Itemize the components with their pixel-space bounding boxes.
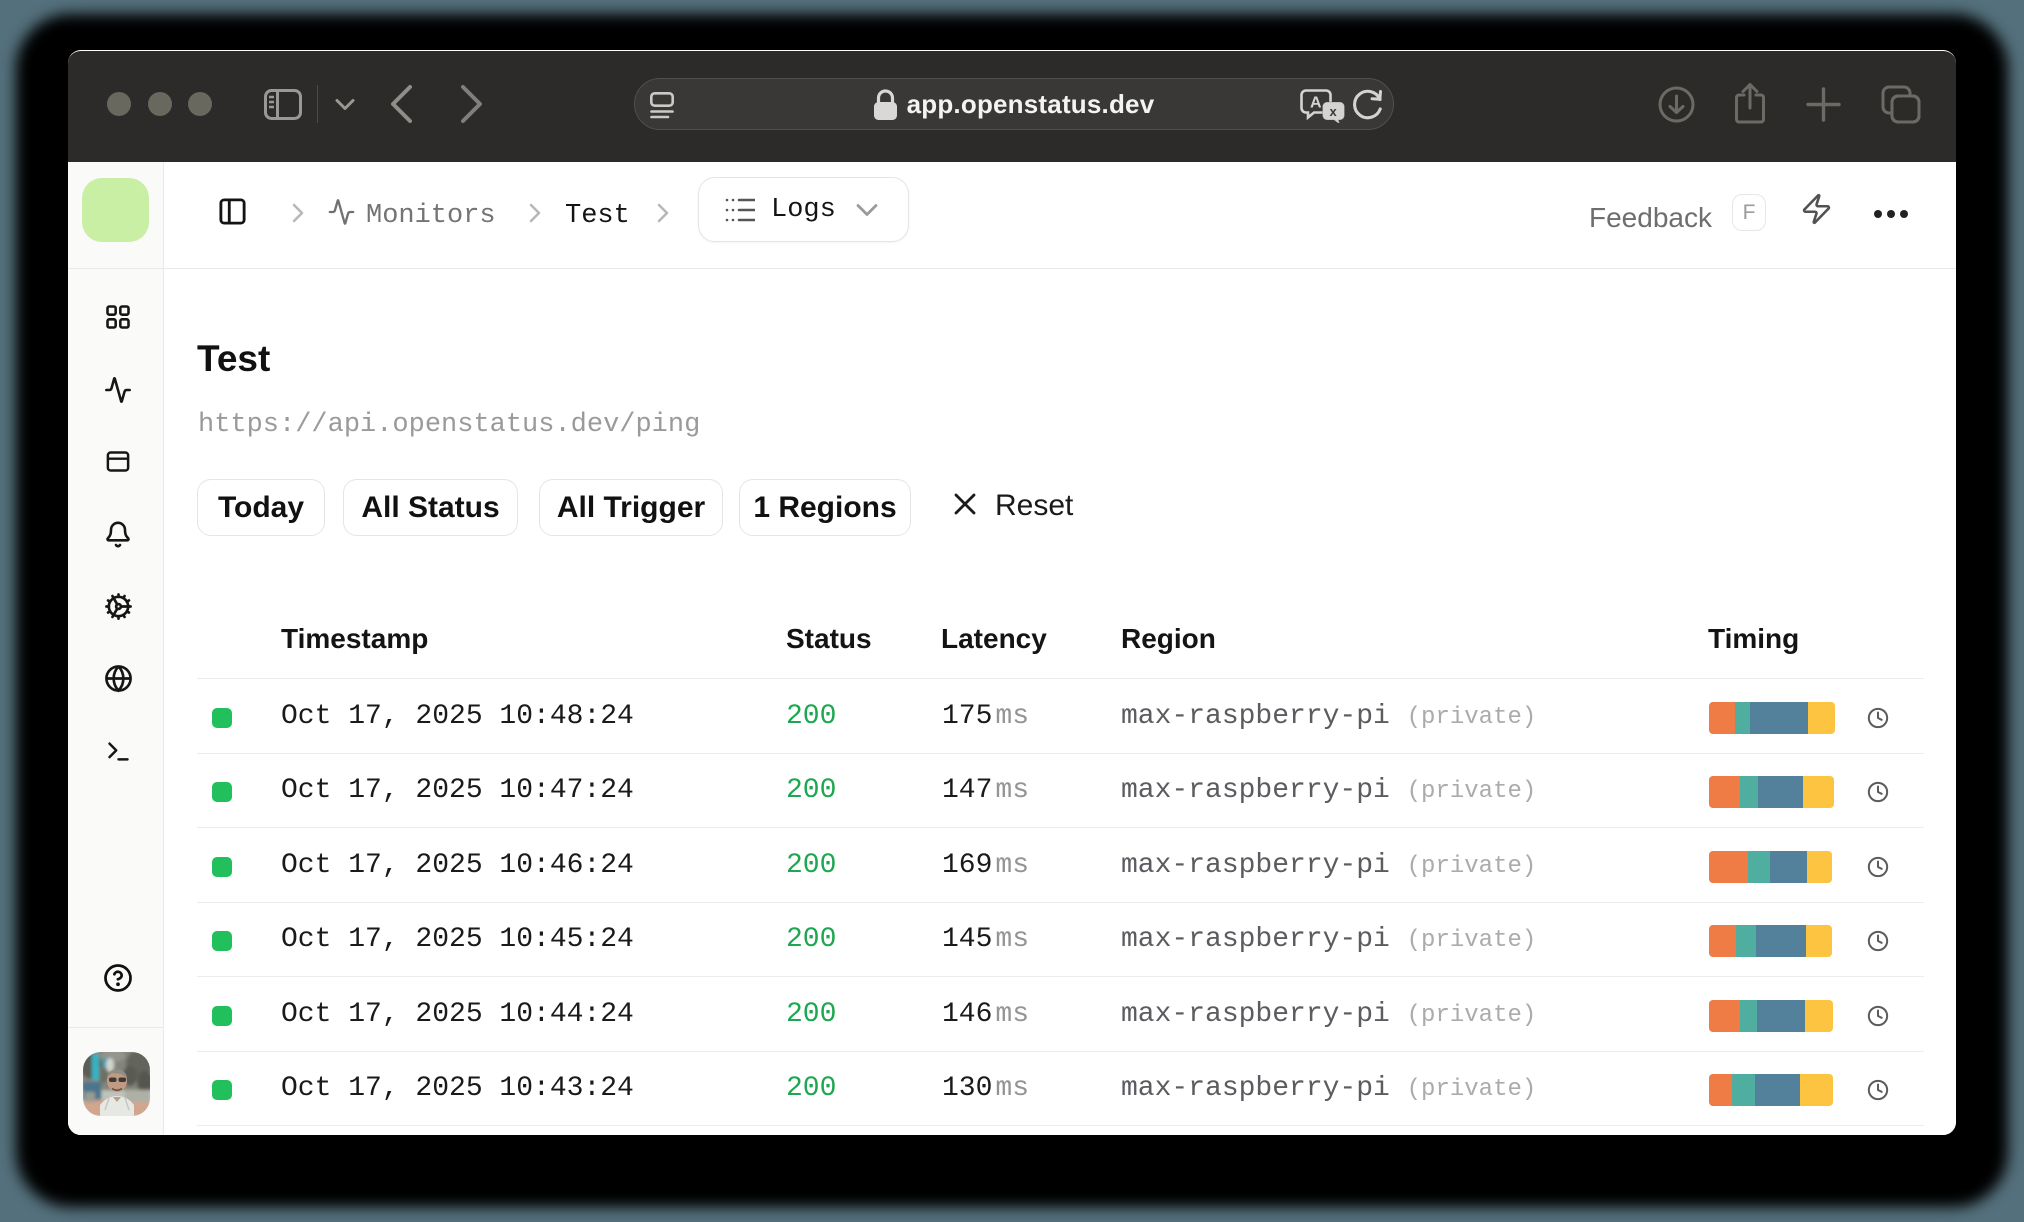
svg-text:x: x bbox=[1330, 104, 1338, 119]
svg-text:A: A bbox=[1310, 95, 1322, 112]
